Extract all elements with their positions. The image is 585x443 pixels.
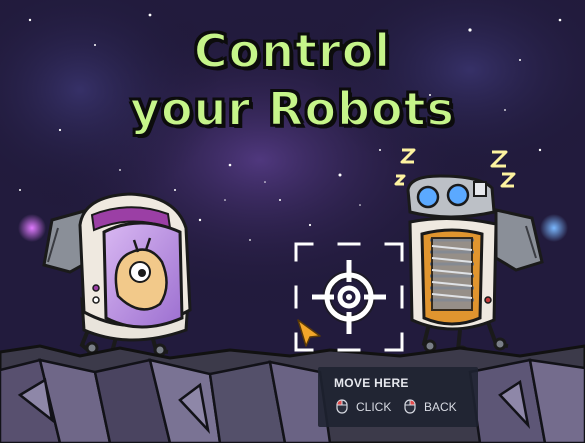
page-title: Control your Robots bbox=[0, 22, 585, 138]
left-mouse-button-icon bbox=[336, 399, 348, 414]
right-mouse-button-icon bbox=[404, 399, 416, 414]
purple-light-glow bbox=[18, 214, 46, 242]
hint-label-click: CLICK bbox=[356, 400, 392, 414]
title-line-2: your Robots bbox=[129, 81, 455, 137]
hint-title: MOVE HERE bbox=[334, 376, 409, 390]
crystal-rocks bbox=[0, 358, 585, 443]
hint-label-back: BACK bbox=[424, 400, 457, 414]
hint-action-back: BACK bbox=[404, 399, 474, 415]
arrow-cursor-icon bbox=[297, 319, 321, 347]
hint-action-click: CLICK bbox=[336, 399, 406, 415]
blue-light-glow bbox=[540, 214, 568, 242]
title-line-1: Control bbox=[193, 23, 392, 79]
control-hint-panel: MOVE HERE CLICK BACK bbox=[318, 367, 478, 427]
